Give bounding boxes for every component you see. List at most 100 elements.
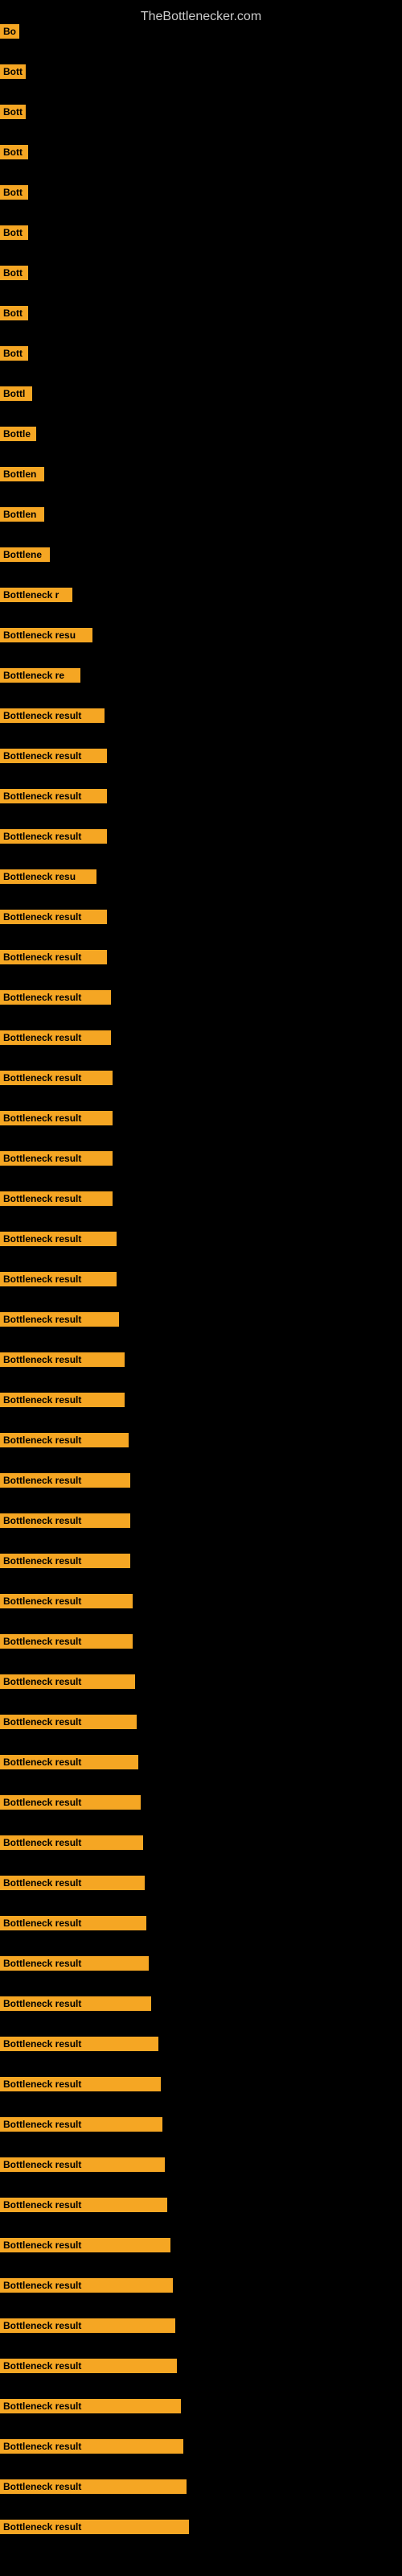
bottleneck-item: Bott xyxy=(0,64,26,79)
bottleneck-label: Bottleneck result xyxy=(0,789,107,803)
bottleneck-item: Bottleneck result xyxy=(0,2077,161,2091)
bottleneck-label: Bottleneck result xyxy=(0,1191,113,1206)
bottleneck-item: Bottleneck result xyxy=(0,1876,145,1890)
bottleneck-item: Bottleneck result xyxy=(0,1272,117,1286)
bottleneck-label: Bott xyxy=(0,306,28,320)
bottleneck-item: Bottleneck result xyxy=(0,1312,119,1327)
bottleneck-label: Bottleneck result xyxy=(0,1956,149,1971)
bottleneck-item: Bottleneck result xyxy=(0,1352,125,1367)
bottleneck-label: Bottleneck result xyxy=(0,1554,130,1568)
bottleneck-label: Bottleneck re xyxy=(0,668,80,683)
bottleneck-label: Bottleneck result xyxy=(0,1030,111,1045)
bottleneck-label: Bott xyxy=(0,346,28,361)
bottleneck-label: Bottleneck result xyxy=(0,1594,133,1608)
bottleneck-item: Bottleneck result xyxy=(0,1835,143,1850)
bottleneck-label: Bottleneck result xyxy=(0,2439,183,2454)
bottleneck-item: Bottlen xyxy=(0,507,44,522)
bottleneck-item: Bottleneck result xyxy=(0,1956,149,1971)
bottleneck-label: Bott xyxy=(0,105,26,119)
bottleneck-label: Bottleneck result xyxy=(0,1674,135,1689)
bottleneck-label: Bott xyxy=(0,225,28,240)
bottleneck-label: Bott xyxy=(0,185,28,200)
bottleneck-label: Bottleneck result xyxy=(0,2157,165,2172)
bottleneck-label: Bottleneck result xyxy=(0,1715,137,1729)
bottleneck-item: Bottl xyxy=(0,386,32,401)
bottleneck-item: Bottleneck result xyxy=(0,749,107,763)
bottleneck-label: Bottleneck result xyxy=(0,1473,130,1488)
bottleneck-label: Bottleneck result xyxy=(0,1232,117,1246)
bottleneck-label: Bo xyxy=(0,24,19,39)
bottleneck-item: Bottleneck result xyxy=(0,1191,113,1206)
bottleneck-label: Bottleneck result xyxy=(0,2037,158,2051)
bottleneck-label: Bottleneck result xyxy=(0,1272,117,1286)
bottleneck-label: Bottleneck result xyxy=(0,1151,113,1166)
bottleneck-label: Bottl xyxy=(0,386,32,401)
bottleneck-item: Bottleneck result xyxy=(0,708,105,723)
bottleneck-label: Bottleneck result xyxy=(0,2077,161,2091)
bottleneck-item: Bottleneck r xyxy=(0,588,72,602)
bottleneck-label: Bottleneck result xyxy=(0,1433,129,1447)
bottleneck-item: Bottleneck result xyxy=(0,2359,177,2373)
bottleneck-item: Bottleneck result xyxy=(0,950,107,964)
bottleneck-item: Bottleneck re xyxy=(0,668,80,683)
bottleneck-label: Bottleneck result xyxy=(0,990,111,1005)
bottleneck-item: Bottleneck result xyxy=(0,1996,151,2011)
bottleneck-item: Bottleneck result xyxy=(0,2399,181,2413)
bottleneck-label: Bottle xyxy=(0,427,36,441)
bottleneck-item: Bottlen xyxy=(0,467,44,481)
bottleneck-item: Bott xyxy=(0,185,28,200)
bottleneck-item: Bottleneck result xyxy=(0,1513,130,1528)
site-title: TheBottlenecker.com xyxy=(0,3,402,31)
bottleneck-item: Bott xyxy=(0,225,28,240)
bottleneck-item: Bottleneck result xyxy=(0,1674,135,1689)
bottleneck-item: Bottleneck result xyxy=(0,2117,162,2132)
bottleneck-label: Bottleneck result xyxy=(0,1111,113,1125)
bottleneck-label: Bottlen xyxy=(0,507,44,522)
bottleneck-item: Bott xyxy=(0,306,28,320)
bottleneck-item: Bottleneck result xyxy=(0,2479,187,2494)
bottleneck-item: Bottleneck result xyxy=(0,1030,111,1045)
bottleneck-label: Bottleneck result xyxy=(0,1513,130,1528)
bottleneck-label: Bottleneck result xyxy=(0,1916,146,1930)
bottleneck-item: Bottleneck result xyxy=(0,2157,165,2172)
bottleneck-item: Bottleneck result xyxy=(0,2198,167,2212)
bottleneck-item: Bottleneck result xyxy=(0,1755,138,1769)
bottleneck-label: Bottleneck result xyxy=(0,2198,167,2212)
bottleneck-label: Bottleneck result xyxy=(0,749,107,763)
bottleneck-label: Bottleneck result xyxy=(0,2278,173,2293)
bottleneck-label: Bottleneck resu xyxy=(0,869,96,884)
bottleneck-item: Bottleneck result xyxy=(0,1715,137,1729)
bottleneck-item: Bottleneck result xyxy=(0,829,107,844)
bottleneck-item: Bottleneck result xyxy=(0,1594,133,1608)
bottleneck-label: Bottleneck result xyxy=(0,1352,125,1367)
bottleneck-label: Bottleneck resu xyxy=(0,628,92,642)
bottleneck-item: Bott xyxy=(0,145,28,159)
bottleneck-item: Bottleneck resu xyxy=(0,628,92,642)
bottleneck-label: Bott xyxy=(0,64,26,79)
bottleneck-label: Bott xyxy=(0,145,28,159)
bottleneck-label: Bottlene xyxy=(0,547,50,562)
bottleneck-label: Bott xyxy=(0,266,28,280)
bottleneck-item: Bottleneck result xyxy=(0,1071,113,1085)
bottleneck-label: Bottleneck result xyxy=(0,1835,143,1850)
bottleneck-item: Bottleneck result xyxy=(0,789,107,803)
bottleneck-item: Bottleneck result xyxy=(0,2037,158,2051)
bottleneck-item: Bottleneck result xyxy=(0,1393,125,1407)
bottleneck-label: Bottleneck result xyxy=(0,2117,162,2132)
bottleneck-label: Bottleneck result xyxy=(0,2238,170,2252)
bottleneck-label: Bottleneck result xyxy=(0,1996,151,2011)
bottleneck-label: Bottleneck result xyxy=(0,1876,145,1890)
bottleneck-item: Bottle xyxy=(0,427,36,441)
bottleneck-item: Bott xyxy=(0,105,26,119)
bottleneck-item: Bottleneck result xyxy=(0,1634,133,1649)
bottleneck-label: Bottleneck r xyxy=(0,588,72,602)
bottleneck-item: Bo xyxy=(0,24,19,39)
bottleneck-item: Bottleneck result xyxy=(0,2318,175,2333)
bottleneck-item: Bottlene xyxy=(0,547,50,562)
bottleneck-label: Bottleneck result xyxy=(0,829,107,844)
bottleneck-label: Bottleneck result xyxy=(0,2520,189,2534)
bottleneck-item: Bottleneck result xyxy=(0,1433,129,1447)
bottleneck-item: Bottleneck result xyxy=(0,1111,113,1125)
bottleneck-label: Bottleneck result xyxy=(0,1312,119,1327)
bottleneck-item: Bott xyxy=(0,266,28,280)
